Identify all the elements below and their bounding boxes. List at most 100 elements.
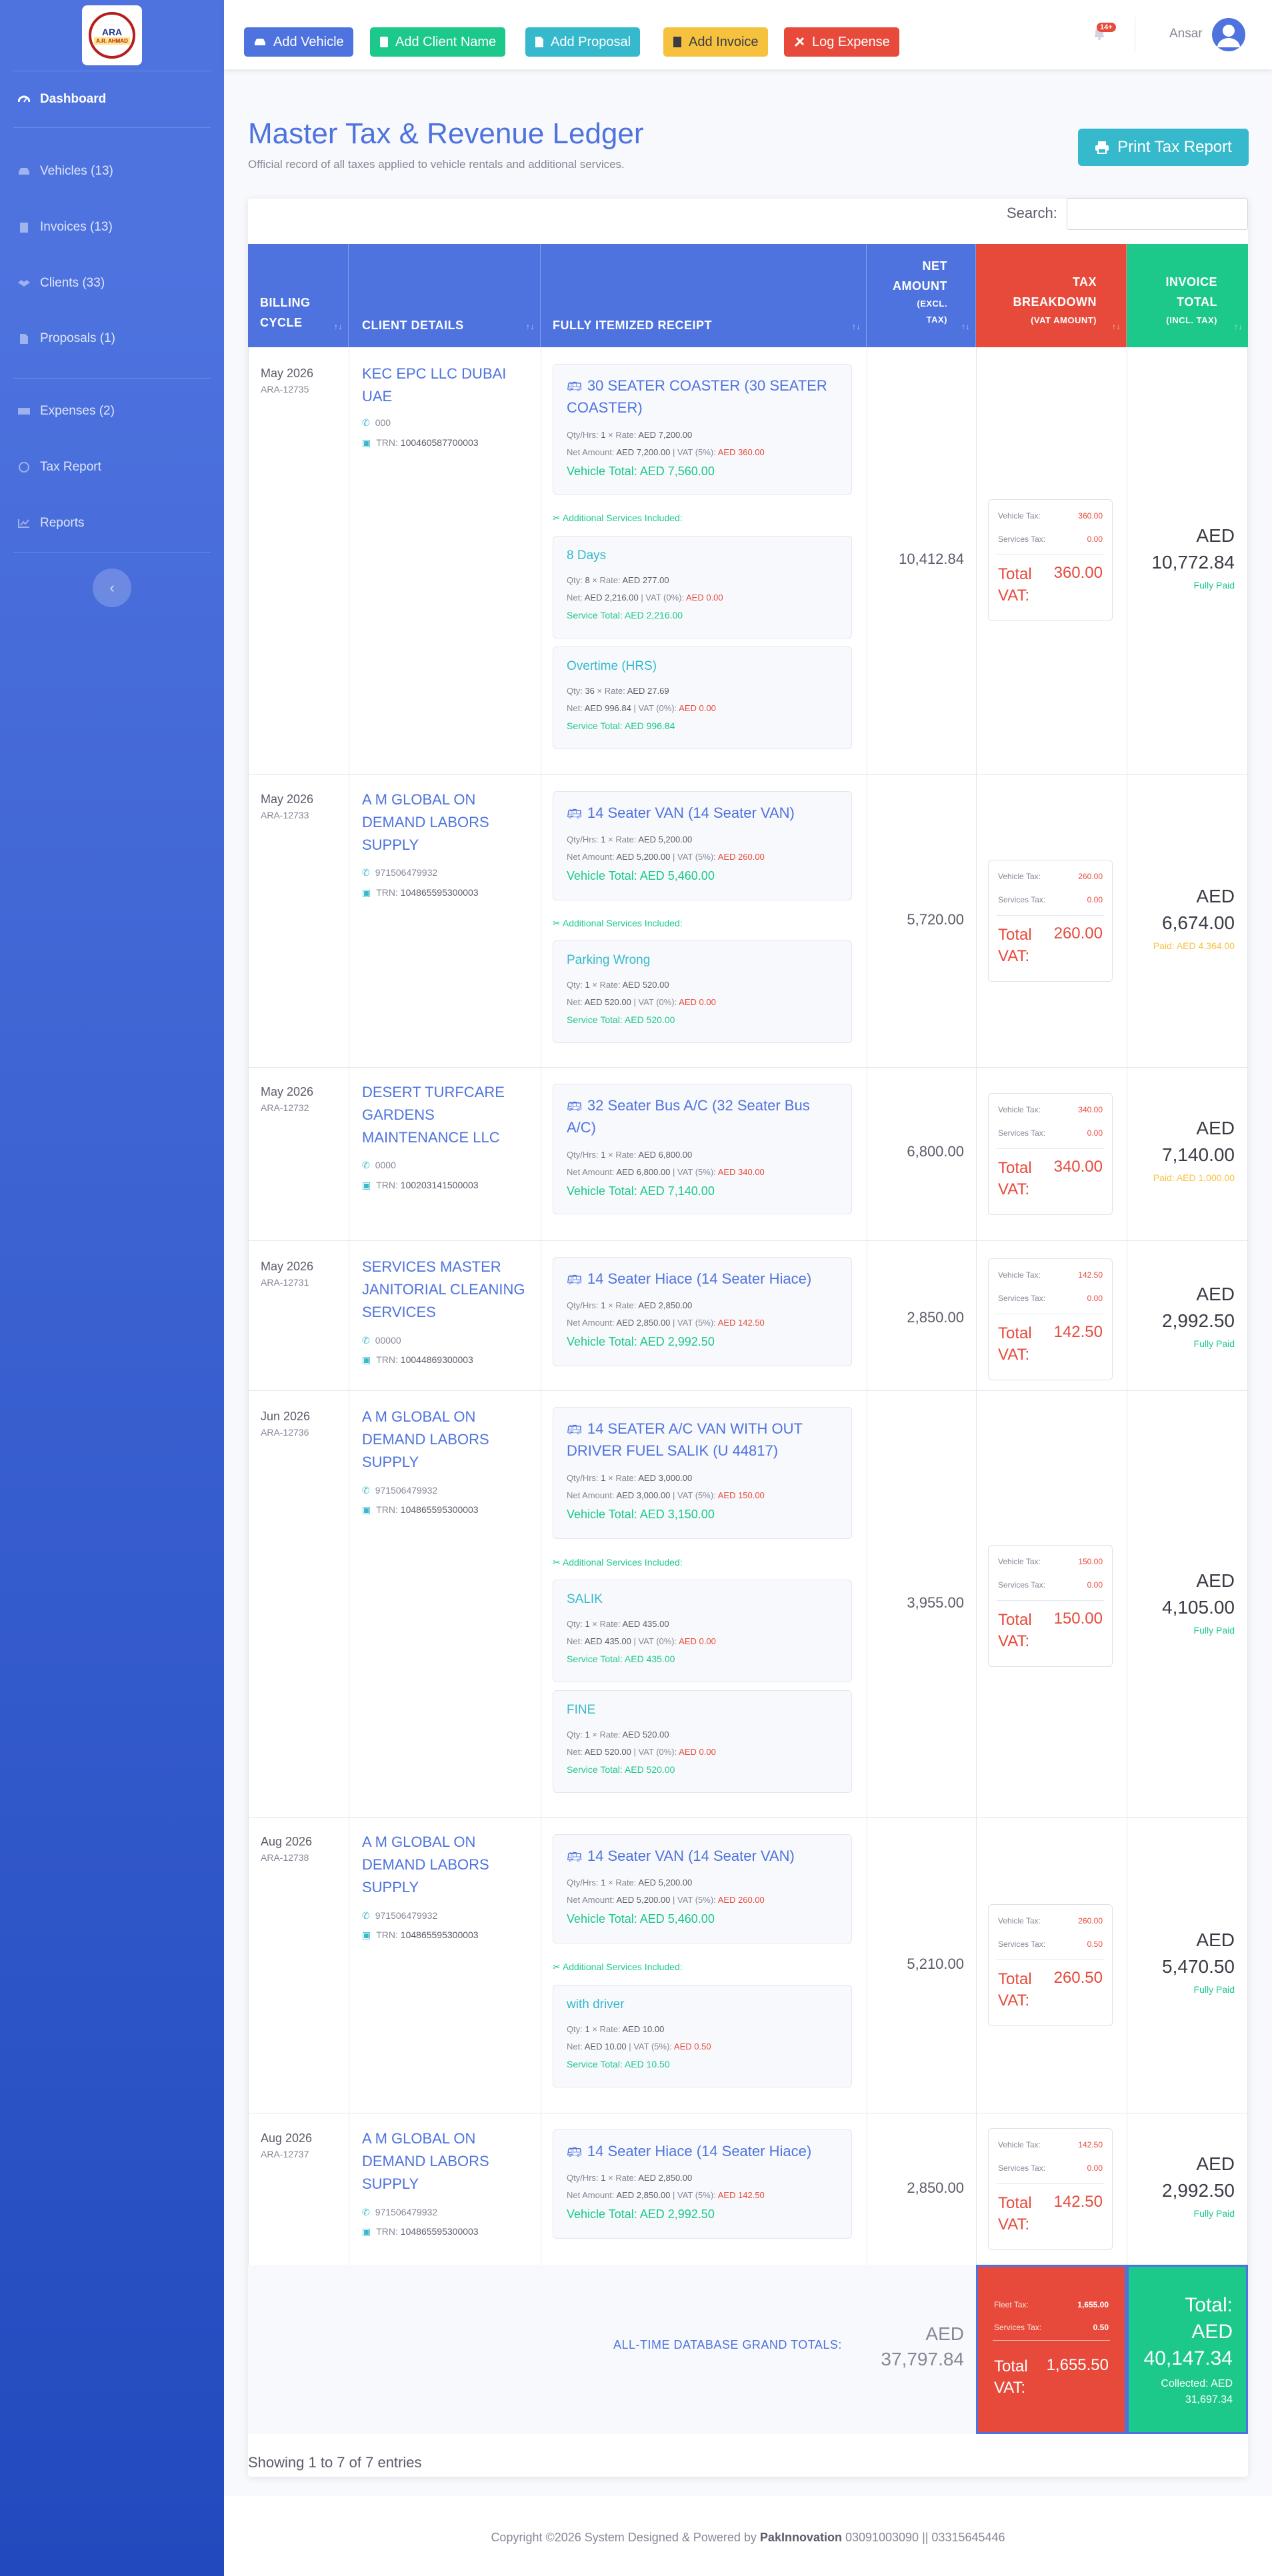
sidebar-item-clients[interactable]: Clients (33) (17, 276, 105, 291)
sidebar-item-reports[interactable]: Reports (17, 516, 85, 531)
service-card: Parking Wrong Qty: 1 × Rate: AED 520.00 … (553, 940, 852, 1043)
sidebar-item-label: Proposals (1) (40, 331, 115, 345)
services-tax-value: 0.00 (1087, 535, 1103, 544)
invoice-currency: AED (1196, 1570, 1235, 1591)
line-text: Net: (567, 2041, 585, 2051)
footer-brand-link[interactable]: PakInnovation (760, 2531, 842, 2544)
sidebar-toggle-button[interactable]: ‹ (93, 569, 131, 607)
header-sublabel: TAX) (926, 315, 947, 325)
line-text: Qty: (567, 2024, 585, 2034)
tools-icon: ✂︎ (553, 1557, 563, 1568)
grand-total-currency: AED (1191, 2321, 1233, 2343)
phone-icon: ✆ (362, 1335, 370, 1346)
line-text: | VAT (0%): (638, 593, 686, 603)
line-text: AED 0.00 (679, 1636, 716, 1646)
car-icon (255, 39, 265, 45)
client-name[interactable]: A M GLOBAL ON DEMAND LABORS SUPPLY (362, 1831, 529, 1899)
brand-logo[interactable]: ARA A.R. AHMAD (82, 5, 142, 65)
header-receipt[interactable]: FULLY ITEMIZED RECEIPT ↑↓ (541, 244, 867, 347)
line-text: 1 (601, 1473, 606, 1483)
print-tax-report-button[interactable]: Print Tax Report (1078, 129, 1249, 166)
header-sublabel: (INCL. TAX) (1166, 315, 1217, 325)
phone-value: 971506479932 (375, 1485, 438, 1496)
add-vehicle-button[interactable]: Add Vehicle (244, 27, 353, 57)
log-expense-button[interactable]: Log Expense (784, 27, 899, 57)
dashboard-icon (17, 94, 31, 105)
sidebar-item-label: Dashboard (40, 92, 107, 106)
header-label: TOTAL (1177, 295, 1217, 309)
search-input[interactable] (1067, 198, 1248, 230)
line-text: Net Amount: (567, 1895, 617, 1905)
line-text: AED 0.00 (679, 997, 716, 1007)
collected-value: 31,697.34 (1185, 2394, 1233, 2405)
line-text: Qty/Hrs: (567, 430, 601, 440)
header-invoice-total[interactable]: INVOICE TOTAL (INCL. TAX) ↑↓ (1127, 244, 1248, 347)
add-proposal-button[interactable]: Add Proposal (525, 27, 641, 57)
client-name[interactable]: SERVICES MASTER JANITORIAL CLEANING SERV… (362, 1256, 529, 1324)
line-text: × Rate: (589, 2024, 623, 2034)
add-invoice-button[interactable]: Add Invoice (663, 27, 768, 57)
vehicle-total: Vehicle Total: AED 2,992.50 (567, 2207, 715, 2221)
bus-icon: 🚌︎ (567, 1423, 582, 1436)
header-net-amount[interactable]: NET AMOUNT (EXCL. TAX) ↑↓ (867, 244, 976, 347)
header-tax-breakdown[interactable]: TAX BREAKDOWN (VAT AMOUNT) ↑↓ (976, 244, 1127, 347)
add-client-button[interactable]: Add Client Name (370, 27, 506, 57)
client-name[interactable]: KEC EPC LLC DUBAI UAE (362, 363, 529, 408)
service-net-line: Net: AED 435.00 | VAT (0%): AED 0.00 (567, 1636, 716, 1646)
line-text: Qty: (567, 575, 585, 585)
payment-status: Fully Paid (1193, 580, 1235, 591)
additional-services-label: ✂︎ Additional Services Included: (553, 1557, 683, 1568)
grand-total-label: Total: (1185, 2294, 1233, 2316)
client-phone: ✆ 000 (362, 417, 391, 429)
chevron-left-icon: ‹ (109, 579, 115, 596)
header-client-details[interactable]: CLIENT DETAILS ↑↓ (349, 244, 541, 347)
sidebar-item-tax-report[interactable]: Tax Report (17, 460, 101, 475)
vehicle-name-text: 14 Seater VAN (14 Seater VAN) (587, 1848, 795, 1864)
header-sublabel: (VAT AMOUNT) (1031, 315, 1097, 325)
service-total: Service Total: AED 435.00 (567, 1654, 675, 1664)
line-text: | VAT (5%): (670, 1318, 718, 1328)
sidebar-item-proposals[interactable]: Proposals (1) (17, 331, 115, 346)
header-label: INVOICE (1165, 275, 1217, 289)
line-text: 1 (601, 430, 606, 440)
client-name[interactable]: A M GLOBAL ON DEMAND LABORS SUPPLY (362, 788, 529, 856)
sidebar-item-dashboard[interactable]: Dashboard (17, 92, 106, 107)
invoice-id: ARA-12738 (261, 1852, 309, 1863)
line-text: AED 6,800.00 (616, 1167, 671, 1177)
collected-label: Collected: AED (1161, 2378, 1233, 2389)
trn-value: 10044869300003 (400, 1354, 473, 1365)
client-name[interactable]: A M GLOBAL ON DEMAND LABORS SUPPLY (362, 2127, 529, 2195)
button-label: Add Invoice (689, 34, 759, 49)
sidebar-item-invoices[interactable]: Invoices (13) (17, 220, 113, 235)
line-text: | VAT (0%): (631, 997, 679, 1007)
line-text: AED 0.00 (686, 593, 723, 603)
sidebar-item-vehicles[interactable]: Vehicles (13) (17, 164, 113, 179)
invoice-total: AED 2,992.50 Fully Paid (1133, 1281, 1235, 1349)
header-label: BREAKDOWN (1013, 295, 1097, 309)
user-name[interactable]: Ansar (1169, 27, 1203, 41)
footer-text: Copyright ©2026 System Designed & Powere… (224, 2531, 1272, 2545)
client-trn: ▣ TRN: 100460587700003 (362, 437, 479, 449)
header-billing-cycle[interactable]: BILLING CYCLE ↑↓ (248, 244, 349, 347)
user-card-icon (380, 37, 388, 47)
avatar[interactable] (1212, 18, 1245, 51)
sidebar-item-expenses[interactable]: Expenses (2) (17, 404, 115, 419)
trn-label: TRN: (376, 437, 398, 448)
phone-value: 971506479932 (375, 867, 438, 878)
vehicle-name: 🚌︎ 14 Seater VAN (14 Seater VAN) (567, 1846, 840, 1868)
percent-icon (17, 462, 31, 473)
sort-icon: ↑↓ (1112, 322, 1121, 331)
services-tax-label: Services Tax: (998, 1939, 1046, 1949)
total-vat-value: 360.00 (1053, 564, 1103, 582)
vehicle-total: Vehicle Total: AED 3,150.00 (567, 1508, 715, 1521)
bus-icon: 🚌︎ (567, 1273, 582, 1286)
net-amount: 5,210.00 (907, 1955, 964, 1972)
line-text: AED 0.50 (673, 2041, 711, 2051)
line-text: AED 0.00 (679, 1747, 716, 1757)
client-name[interactable]: DESERT TURFCARE GARDENS MAINTENANCE LLC (362, 1081, 529, 1149)
sidebar-item-label: Vehicles (13) (40, 164, 113, 178)
phone-icon: ✆ (362, 867, 370, 878)
trn-label: TRN: (376, 1930, 398, 1940)
client-name[interactable]: A M GLOBAL ON DEMAND LABORS SUPPLY (362, 1406, 529, 1474)
cycle-month: May 2026 (261, 367, 314, 380)
